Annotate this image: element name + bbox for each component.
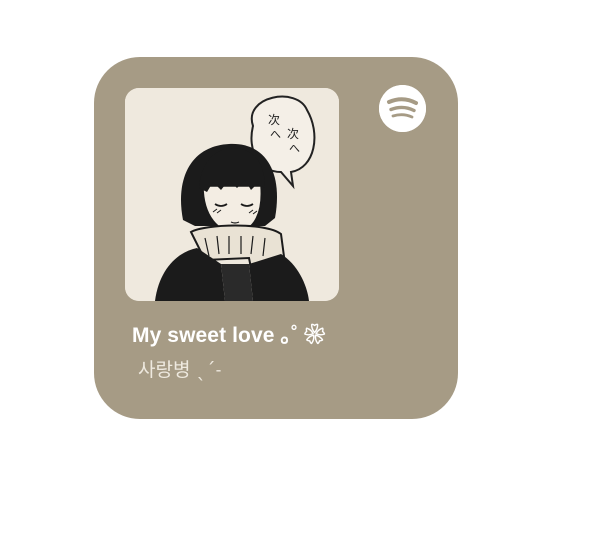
spotify-icon[interactable]	[379, 85, 426, 132]
bubble-text-3: 次	[287, 127, 299, 141]
bubble-text-4: へ	[289, 142, 300, 155]
bubble-text-1: 次	[268, 113, 280, 127]
spotify-logo-icon	[379, 85, 426, 132]
cover-illustration: 次 へ 次 へ	[125, 88, 339, 301]
bubble-text-2: へ	[270, 128, 281, 141]
album-cover-art[interactable]: 次 へ 次 へ	[125, 88, 339, 301]
artist-name: 사랑병 ˎˊ˗	[138, 359, 222, 381]
track-title: My sweet love ｡˚ ❀	[132, 324, 326, 347]
now-playing-widget[interactable]: 次 へ 次 へ My sweet love ｡˚ ❀ 사랑병 ˎˊ˗	[94, 57, 458, 419]
